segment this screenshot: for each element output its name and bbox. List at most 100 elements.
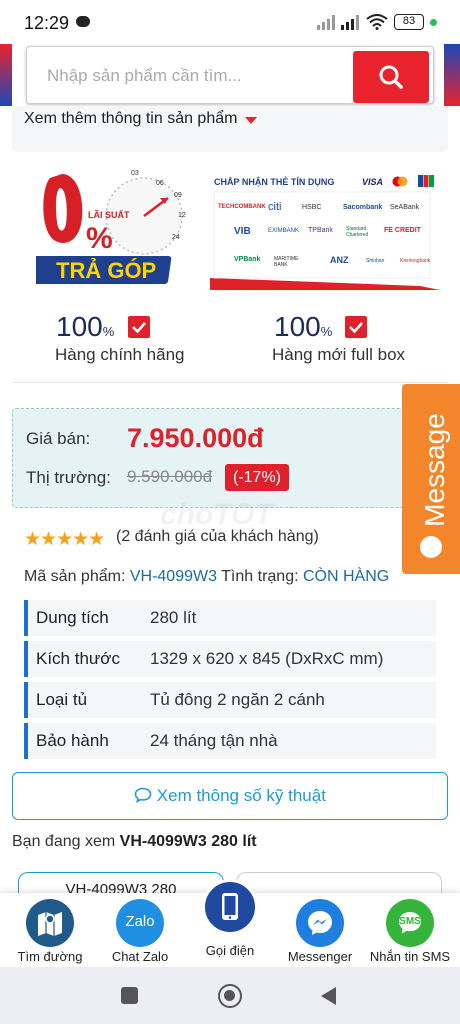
messenger-icon	[296, 899, 344, 947]
badge-genuine-number: 100%	[56, 311, 115, 342]
spec-row: Bảo hành 24 tháng tận nhà	[24, 723, 436, 759]
message-tab-label: Message	[419, 413, 450, 527]
bank-logo: EXIMBANK	[268, 228, 300, 234]
map-icon	[26, 899, 74, 947]
dial-mark: 24	[172, 234, 180, 241]
chat-zalo-button[interactable]: Zalo Chat Zalo	[94, 893, 186, 967]
status-time: 12:29	[24, 13, 70, 33]
dial-mark: 06	[156, 180, 164, 187]
bank-logo: TECHCOMBANK	[218, 204, 266, 210]
battery-icon: 83	[394, 14, 424, 30]
sale-price-label: Giá bán:	[26, 429, 91, 448]
divider	[12, 382, 448, 383]
header-edge-right	[444, 44, 460, 106]
view-specs-button[interactable]: Xem thông số kỹ thuật	[12, 772, 448, 820]
zalo-icon-text: Zalo	[125, 913, 155, 930]
check-icon	[345, 316, 367, 338]
sku-label: Mã sản phẩm:	[24, 568, 126, 585]
status-bar: 12:29 83	[0, 0, 460, 44]
back-icon[interactable]	[318, 985, 340, 1007]
sms-label: Nhắn tin SMS	[369, 949, 451, 964]
bank-logo: Shinhan	[366, 258, 385, 264]
dial-mark: 12	[178, 212, 186, 219]
signal-icon	[317, 15, 335, 30]
badge-new-number: 100%	[274, 311, 333, 342]
caret-down-icon	[245, 117, 257, 124]
spec-key: Loại tủ	[36, 690, 88, 709]
bank-logo: MARITIME BANK	[274, 256, 299, 268]
sku-value: VH-4099W3	[129, 568, 217, 585]
call-label: Gọi điện	[205, 943, 255, 958]
market-price: 9.590.000đ	[127, 467, 213, 486]
camera-dot-icon	[430, 19, 437, 26]
dial-mark: 09	[174, 192, 182, 199]
system-navigation-bar	[0, 967, 460, 1024]
installment-promo: LÃI SUẤT % TRẢ GÓP 03 06 09 12 24	[24, 168, 196, 288]
more-info-label: Xem thêm thông tin sản phẩm	[24, 110, 238, 127]
home-icon[interactable]	[218, 984, 242, 1008]
header-edge-left	[0, 44, 12, 106]
visa-icon: VISA	[362, 177, 384, 187]
search-icon	[379, 65, 403, 89]
bottom-action-bar: Tìm đường Zalo Chat Zalo Gọi điện Messen…	[0, 879, 460, 967]
stock-status-label: Tình trạng:	[221, 568, 299, 585]
spec-key: Kích thước	[36, 649, 120, 668]
messenger-label: Messenger	[287, 949, 353, 964]
messenger-button[interactable]: Messenger	[274, 893, 366, 967]
svg-text:%: %	[86, 222, 113, 255]
dial-mark: 03	[131, 170, 139, 177]
viewing-product: VH-4099W3 280 lít	[119, 833, 257, 850]
search-input[interactable]	[47, 63, 347, 89]
sku-line: Mã sản phẩm: VH-4099W3 Tình trạng: CÒN H…	[24, 568, 389, 586]
badge-genuine-caption: Hàng chính hãng	[55, 345, 185, 364]
bank-logo: citi	[268, 201, 282, 213]
phone-icon	[202, 879, 258, 935]
comment-icon	[134, 787, 152, 804]
bank-logo: ANZ	[330, 255, 349, 265]
recents-icon[interactable]	[121, 987, 138, 1004]
bank-logo: Standard Chartered	[346, 226, 369, 238]
search-button[interactable]	[353, 51, 429, 103]
market-price-label: Thị trường:	[26, 468, 111, 487]
more-info-toggle[interactable]: Xem thêm thông tin sản phẩm	[12, 106, 448, 152]
rate-label: LÃI SUẤT	[88, 210, 130, 220]
chat-notification-icon	[76, 16, 90, 27]
discount-badge: (-17%)	[225, 464, 289, 491]
call-button[interactable]: Gọi điện	[184, 879, 276, 967]
mastercard-icon	[392, 176, 408, 187]
view-specs-label: Xem thông số kỹ thuật	[156, 786, 326, 805]
directions-button[interactable]: Tìm đường	[4, 893, 96, 967]
watermark: choTOT	[160, 498, 273, 531]
installment-graphic: LÃI SUẤT % TRẢ GÓP	[24, 174, 183, 284]
bank-logo: Sacombank	[343, 204, 383, 211]
signal-icon-2	[341, 15, 359, 30]
message-tab[interactable]: Message	[402, 384, 460, 574]
bank-logo: HSBC	[302, 204, 322, 211]
viewing-line: Bạn đang xem VH-4099W3 280 lít	[12, 833, 257, 851]
spec-value: 1329 x 620 x 845 (DxRxC mm)	[150, 649, 384, 668]
sms-icon-text: SMS	[399, 916, 421, 927]
view-specs-label-wrap: Xem thông số kỹ thuật	[13, 786, 447, 806]
spec-value: 24 tháng tận nhà	[150, 731, 278, 750]
sms-button[interactable]: SMS Nhắn tin SMS	[364, 893, 456, 967]
search-header	[0, 44, 460, 106]
spec-value: Tủ đông 2 ngăn 2 cánh	[150, 690, 325, 709]
rating-count[interactable]: (2 đánh giá của khách hàng)	[116, 528, 319, 546]
cards-heading: CHẤP NHẬN THẺ TÍN DỤNG	[214, 177, 335, 187]
credit-card-banner: CHẤP NHẬN THẺ TÍN DỤNG VISA TECHCOMBANK …	[210, 168, 440, 290]
bank-logo: SeABank	[390, 204, 420, 211]
spec-row: Kích thước 1329 x 620 x 845 (DxRxC mm)	[24, 641, 436, 677]
stock-status: CÒN HÀNG	[302, 568, 390, 585]
spec-key: Dung tích	[36, 608, 109, 627]
spec-row: Dung tích 280 lít	[24, 600, 436, 636]
search-box	[26, 46, 434, 104]
sale-price: 7.950.000đ	[127, 423, 264, 453]
installment-label: TRẢ GÓP	[56, 258, 156, 283]
badge-new-caption: Hàng mới full box	[272, 345, 406, 364]
rating-stars: ★★★★★	[24, 529, 105, 550]
spec-value: 280 lít	[150, 608, 197, 627]
directions-label: Tìm đường	[17, 949, 83, 964]
message-icon	[420, 536, 442, 558]
bank-logo: TPBank	[308, 227, 333, 234]
sms-icon: SMS	[386, 899, 434, 947]
